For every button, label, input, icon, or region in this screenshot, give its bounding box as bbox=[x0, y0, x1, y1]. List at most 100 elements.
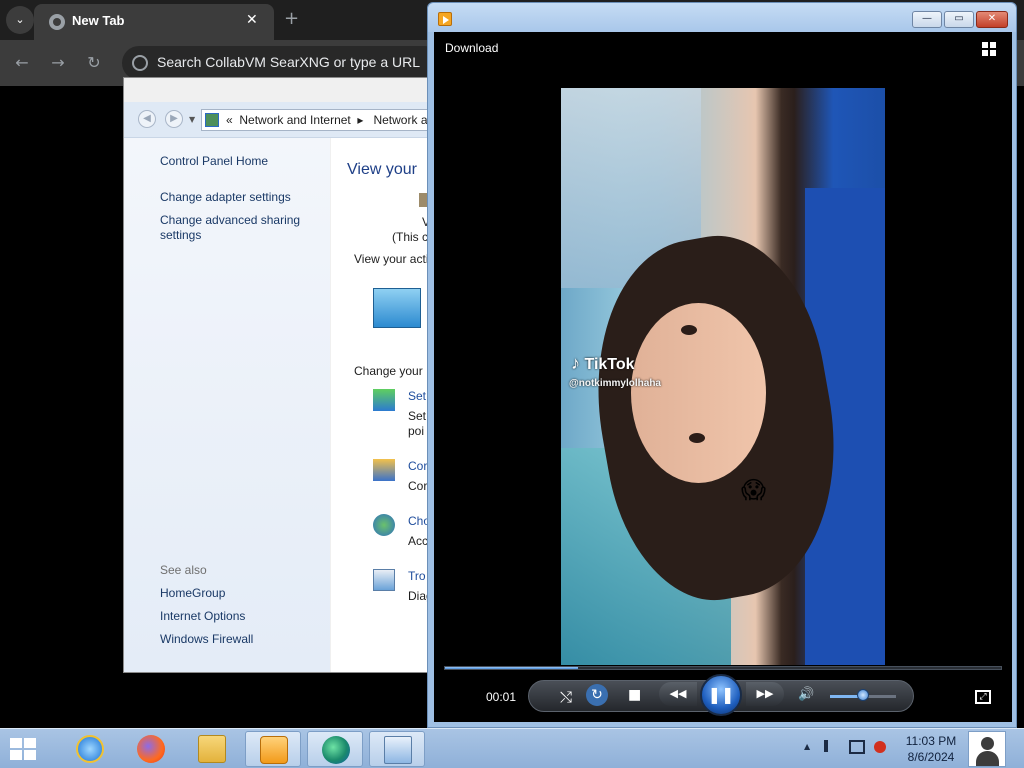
internet-options-link[interactable]: Internet Options bbox=[160, 609, 245, 624]
tab-new-tab[interactable]: New Tab ✕ bbox=[34, 4, 274, 40]
windows-media-player-icon bbox=[260, 736, 288, 764]
setup-connection-link[interactable]: Set bbox=[408, 389, 426, 403]
user-avatar-icon[interactable] bbox=[968, 731, 1006, 767]
video-frame[interactable]: ♪ TikTok @notkimmylolhaha 😱 bbox=[561, 88, 885, 665]
forward-arrow-icon[interactable]: → bbox=[47, 52, 69, 74]
clock[interactable]: 11:03 PM 8/6/2024 bbox=[895, 733, 967, 765]
tiktok-handle: @notkimmylolhaha bbox=[569, 378, 661, 389]
close-button[interactable]: ✕ bbox=[976, 11, 1008, 28]
back-arrow-icon[interactable]: ◀ bbox=[138, 110, 156, 128]
see-also-label: See also bbox=[160, 563, 207, 577]
next-icon[interactable]: ▶▶ bbox=[746, 682, 784, 706]
network-tray-icon[interactable] bbox=[849, 740, 865, 754]
shuffle-icon[interactable]: ⤭ bbox=[560, 688, 572, 706]
reload-icon[interactable]: ↻ bbox=[83, 52, 105, 74]
breadcrumb-text: « Network and Internet ▸ Network a bbox=[226, 113, 428, 127]
network-folder-icon bbox=[205, 113, 219, 127]
new-tab-button[interactable]: + bbox=[284, 9, 299, 29]
tiktok-watermark-text: TikTok bbox=[584, 356, 635, 373]
new-connection-icon bbox=[373, 389, 395, 411]
tab-close-icon[interactable]: ✕ bbox=[246, 12, 258, 28]
control-panel-icon bbox=[384, 736, 412, 764]
breadcrumb-network-and-internet[interactable]: Network and Internet bbox=[239, 113, 350, 127]
view-active-networks-label: View your acti bbox=[354, 252, 429, 266]
action-center-flag-icon[interactable] bbox=[824, 740, 838, 752]
video-face bbox=[631, 303, 766, 483]
tab-title: New Tab bbox=[72, 13, 125, 28]
video-eye bbox=[689, 433, 705, 443]
windows-logo-icon bbox=[10, 738, 22, 748]
clock-time: 11:03 PM bbox=[905, 734, 957, 748]
windows-firewall-link[interactable]: Windows Firewall bbox=[160, 632, 253, 647]
control-panel-window: ◀ ▶ ▼ « Network and Internet ▸ Network a… bbox=[123, 77, 441, 673]
stop-icon[interactable]: ■ bbox=[628, 687, 641, 703]
connect-network-icon bbox=[373, 459, 395, 481]
back-arrow-icon[interactable]: ← bbox=[11, 52, 33, 74]
file-explorer-icon bbox=[198, 735, 226, 763]
pause-button[interactable]: ❚❚ bbox=[700, 674, 742, 716]
media-player-titlebar[interactable]: — ▭ ✕ bbox=[428, 3, 1016, 32]
address-bar[interactable]: Search CollabVM SearXNG or type a URL bbox=[122, 46, 442, 80]
change-advanced-sharing-settings-link[interactable]: Change advanced sharing settings bbox=[160, 213, 310, 243]
repeat-icon[interactable]: ↻ bbox=[586, 684, 608, 706]
download-label[interactable]: Download bbox=[445, 41, 498, 55]
forward-arrow-icon[interactable]: ▶ bbox=[165, 110, 183, 128]
media-player-app-icon bbox=[438, 12, 452, 26]
troubleshoot-icon bbox=[373, 569, 395, 591]
desktop: ⌄ New Tab ✕ + ← → ↻ Search CollabVM Sear… bbox=[0, 0, 1024, 768]
minimize-button[interactable]: — bbox=[912, 11, 942, 28]
media-player-window: — ▭ ✕ Download ♪ TikTok @notkimmylolhaha… bbox=[427, 2, 1017, 728]
fullscreen-icon[interactable]: ⤢ bbox=[975, 690, 991, 704]
taskbar-control-panel[interactable] bbox=[369, 731, 425, 767]
network-map-icon bbox=[373, 288, 421, 328]
breadcrumb[interactable]: « Network and Internet ▸ Network a bbox=[201, 109, 441, 131]
address-bar-placeholder: Search CollabVM SearXNG or type a URL bbox=[157, 54, 420, 70]
setup-connection-desc-2: poi bbox=[408, 424, 425, 438]
connect-network-desc: Cor bbox=[408, 479, 428, 493]
firefox-icon bbox=[137, 735, 165, 763]
mute-icon[interactable]: 🔊 bbox=[798, 687, 814, 702]
connect-network-link[interactable]: Cor bbox=[408, 459, 427, 473]
choose-homegroup-desc: Acc bbox=[408, 534, 429, 548]
screaming-emoji-icon: 😱 bbox=[741, 476, 767, 504]
volume-knob[interactable] bbox=[857, 689, 869, 701]
breadcrumb-network-sharing[interactable]: Network a bbox=[373, 113, 427, 127]
tiktok-logo-icon: ♪ bbox=[571, 353, 580, 373]
clock-date: 8/6/2024 bbox=[907, 750, 955, 764]
internet-explorer-icon bbox=[76, 735, 104, 763]
maximize-button[interactable]: ▭ bbox=[944, 11, 974, 28]
show-hidden-icons-chevron[interactable]: ▲ bbox=[804, 742, 810, 751]
homegroup-sharing-icon bbox=[373, 514, 395, 536]
network-detail-text: (This c bbox=[392, 230, 428, 244]
tab-search-button[interactable]: ⌄ bbox=[6, 6, 34, 34]
homegroup-link[interactable]: HomeGroup bbox=[160, 586, 225, 601]
recent-pages-dropdown-icon[interactable]: ▼ bbox=[189, 115, 195, 124]
taskbar-firefox[interactable] bbox=[123, 731, 179, 767]
switch-to-library-icon[interactable] bbox=[982, 42, 1000, 58]
seek-bar-progress bbox=[445, 667, 579, 669]
volume-muted-tray-icon[interactable] bbox=[874, 741, 886, 753]
change-networking-settings-label: Change your bbox=[354, 364, 423, 378]
control-panel-home-link[interactable]: Control Panel Home bbox=[160, 154, 268, 169]
new-tab-favicon-icon bbox=[49, 14, 65, 30]
taskbar-edge[interactable] bbox=[307, 731, 363, 767]
taskbar-media-player[interactable] bbox=[245, 731, 301, 767]
change-adapter-settings-link[interactable]: Change adapter settings bbox=[160, 190, 320, 205]
control-panel-main: View your V (This c View your acti Chang… bbox=[331, 138, 434, 672]
breadcrumb-overflow-icon[interactable]: « bbox=[226, 113, 233, 127]
search-engine-icon bbox=[132, 55, 148, 71]
troubleshoot-link[interactable]: Tro bbox=[408, 569, 426, 583]
elapsed-time: 00:01 bbox=[486, 690, 517, 704]
video-eye bbox=[681, 325, 697, 335]
edge-icon bbox=[322, 736, 350, 764]
control-panel-address-bar: ◀ ▶ ▼ « Network and Internet ▸ Network a bbox=[124, 102, 441, 138]
start-button[interactable] bbox=[10, 738, 38, 760]
taskbar-internet-explorer[interactable] bbox=[62, 731, 118, 767]
seek-bar[interactable] bbox=[444, 666, 1002, 670]
control-panel-sidebar: Control Panel Home Change adapter settin… bbox=[124, 138, 330, 672]
page-title: View your bbox=[347, 161, 417, 178]
previous-icon[interactable]: ◀◀ bbox=[659, 682, 697, 706]
setup-connection-desc: Set bbox=[408, 409, 427, 423]
taskbar-file-explorer[interactable] bbox=[184, 731, 240, 767]
taskbar: ▲ 11:03 PM 8/6/2024 bbox=[0, 728, 1024, 768]
